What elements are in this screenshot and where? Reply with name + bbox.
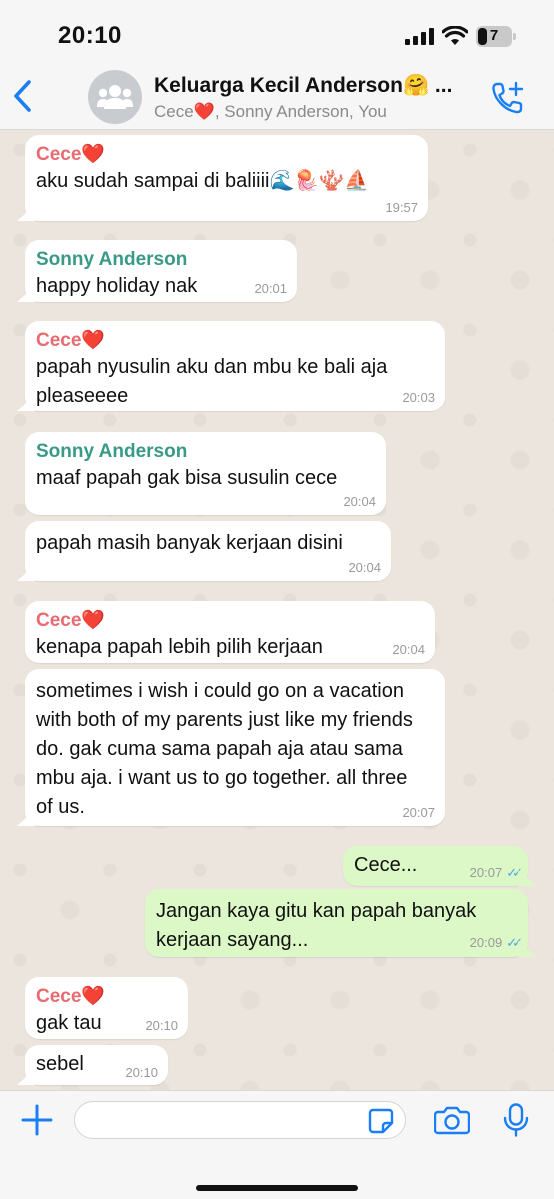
message-bubble[interactable]: sebel 20:10: [25, 1045, 168, 1085]
message-time: 20:10: [125, 1065, 158, 1080]
message-time: 20:04: [348, 560, 381, 575]
message-time: 19:57: [385, 200, 418, 215]
message-time-text: 20:09: [469, 935, 503, 950]
sticker-icon[interactable]: [368, 1108, 394, 1134]
status-time: 20:10: [58, 22, 122, 49]
add-call-icon[interactable]: [490, 80, 526, 116]
home-indicator: [196, 1185, 358, 1191]
message-time: 20:04: [343, 494, 376, 509]
group-avatar[interactable]: [88, 70, 142, 124]
message-input-bar: [0, 1090, 554, 1199]
microphone-icon[interactable]: [503, 1103, 529, 1137]
message-time-text: 20:07: [469, 865, 503, 880]
camera-icon[interactable]: [434, 1105, 470, 1135]
message-bubble[interactable]: sometimes i wish i could go on a vacatio…: [25, 669, 445, 826]
wifi-icon: [442, 26, 468, 45]
message-sender: Cece❤️: [36, 610, 106, 631]
message-bubble[interactable]: Sonny Anderson happy holiday nak 20:01: [25, 240, 297, 302]
message-time: 20:07 ✓✓: [469, 865, 523, 881]
message-time: 20:03: [402, 390, 435, 405]
message-text: happy holiday nak: [36, 275, 198, 297]
message-text: papah masih banyak kerjaan disini: [36, 532, 343, 554]
message-time: 20:04: [392, 642, 425, 657]
message-bubble[interactable]: Cece❤️ gak tau 20:10: [25, 977, 188, 1039]
message-bubble[interactable]: Cece... 20:07 ✓✓: [343, 846, 528, 886]
message-bubble[interactable]: papah masih banyak kerjaan disini 20:04: [25, 521, 391, 581]
read-ticks-icon: ✓✓: [506, 865, 523, 880]
status-bar: 20:10 7: [0, 0, 554, 62]
message-sender: Sonny Anderson: [36, 441, 188, 462]
message-text: sometimes i wish i could go on a vacatio…: [36, 680, 413, 818]
message-sender: Sonny Anderson: [36, 249, 188, 270]
message-text: aku sudah sampai di baliiii🌊🪼🪸⛵: [36, 170, 370, 192]
message-text: maaf papah gak bisa susulin cece: [36, 467, 338, 489]
battery-icon: 7: [476, 26, 516, 47]
message-input[interactable]: [74, 1101, 406, 1139]
chat-messages: Cece❤️ aku sudah sampai di baliiii🌊🪼🪸⛵ 1…: [0, 130, 554, 1090]
chat-title[interactable]: Keluarga Kecil Anderson🤗 ...: [154, 74, 484, 98]
message-text: kenapa papah lebih pilih kerjaan: [36, 636, 323, 658]
cellular-signal-icon: [405, 28, 434, 45]
message-time: 20:01: [254, 281, 287, 296]
message-bubble[interactable]: Cece❤️ aku sudah sampai di baliiii🌊🪼🪸⛵ 1…: [25, 135, 428, 221]
message-text: papah nyusulin aku dan mbu ke bali aja p…: [36, 356, 388, 407]
message-text: Jangan kaya gitu kan papah banyak kerjaa…: [156, 900, 477, 951]
message-bubble[interactable]: Cece❤️ papah nyusulin aku dan mbu ke bal…: [25, 321, 445, 411]
chevron-left-icon[interactable]: [8, 76, 38, 116]
message-sender: Cece❤️: [36, 144, 106, 165]
message-time: 20:09 ✓✓: [469, 935, 523, 951]
message-bubble[interactable]: Sonny Anderson maaf papah gak bisa susul…: [25, 432, 386, 515]
read-ticks-icon: ✓✓: [506, 935, 523, 950]
group-people-icon: [97, 85, 133, 109]
message-sender: Cece❤️: [36, 986, 106, 1007]
message-time: 20:10: [145, 1018, 178, 1033]
plus-icon[interactable]: [20, 1103, 54, 1137]
message-bubble[interactable]: Jangan kaya gitu kan papah banyak kerjaa…: [145, 889, 528, 957]
message-bubble[interactable]: Cece❤️ kenapa papah lebih pilih kerjaan …: [25, 601, 435, 663]
chat-header: Keluarga Kecil Anderson🤗 ... Cece❤️, Son…: [0, 62, 554, 130]
message-time: 20:07: [402, 805, 435, 820]
battery-level: 7: [489, 27, 499, 44]
chat-members: Cece❤️, Sonny Anderson, You: [154, 102, 387, 121]
message-sender: Cece❤️: [36, 330, 106, 351]
